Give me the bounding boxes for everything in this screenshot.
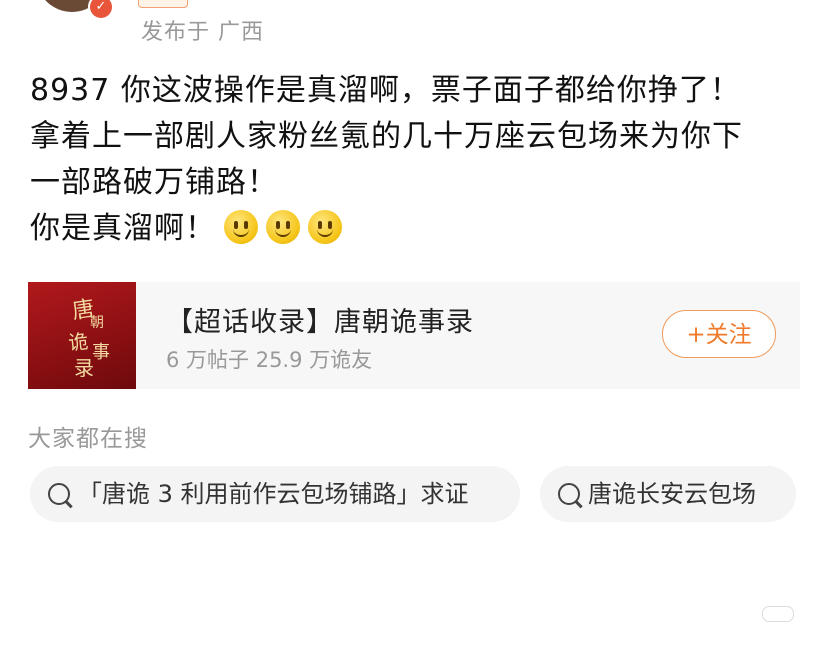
post-line: 8937 你这波操作是真溜啊，票子面子都给你挣了！ — [30, 73, 741, 108]
search-chip-label: 唐诡长安云包场 — [588, 480, 756, 508]
follow-button[interactable]: +关注 — [662, 310, 776, 358]
search-icon — [48, 483, 70, 505]
post-location: 发布于 广西 — [141, 20, 264, 45]
smile-emoji-icon — [224, 210, 258, 244]
topic-stats: 6 万帖子 25.9 万诡友 — [166, 348, 373, 372]
thumb-char: 朝 — [90, 315, 104, 331]
topic-title[interactable]: 【超话收录】唐朝诡事录 — [166, 300, 474, 339]
verified-badge-icon: ✓ — [88, 0, 114, 20]
topic-card[interactable]: 唐 朝 诡 事 录 【超话收录】唐朝诡事录 6 万帖子 25.9 万诡友 +关注 — [28, 282, 800, 389]
smile-emoji-icon — [266, 210, 300, 244]
topic-thumbnail: 唐 朝 诡 事 录 — [28, 282, 136, 389]
post-line-text: 你是真溜啊！ — [30, 211, 216, 246]
thumb-char: 录 — [74, 356, 94, 380]
smile-emoji-icon — [308, 210, 342, 244]
post-line-last: 你是真溜啊！ — [30, 206, 810, 252]
post-body: 8937 你这波操作是真溜啊，票子面子都给你挣了！ 拿着上一部剧人家粉丝氪的几十… — [30, 68, 810, 252]
post-line: 一部路破万铺路！ — [30, 165, 278, 200]
search-chip[interactable]: 「唐诡 3 利用前作云包场铺路」求证 — [30, 466, 520, 522]
hot-badge — [138, 0, 188, 8]
search-chip[interactable]: 唐诡长安云包场 — [540, 466, 796, 522]
post-line: 拿着上一部剧人家粉丝氪的几十万座云包场来为你下 — [30, 119, 743, 154]
trending-search-heading: 大家都在搜 — [28, 426, 148, 452]
search-chip-label: 「唐诡 3 利用前作云包场铺路」求证 — [78, 480, 469, 508]
thumb-char: 事 — [92, 342, 110, 363]
watermark-icon — [762, 606, 794, 622]
search-icon — [558, 483, 580, 505]
